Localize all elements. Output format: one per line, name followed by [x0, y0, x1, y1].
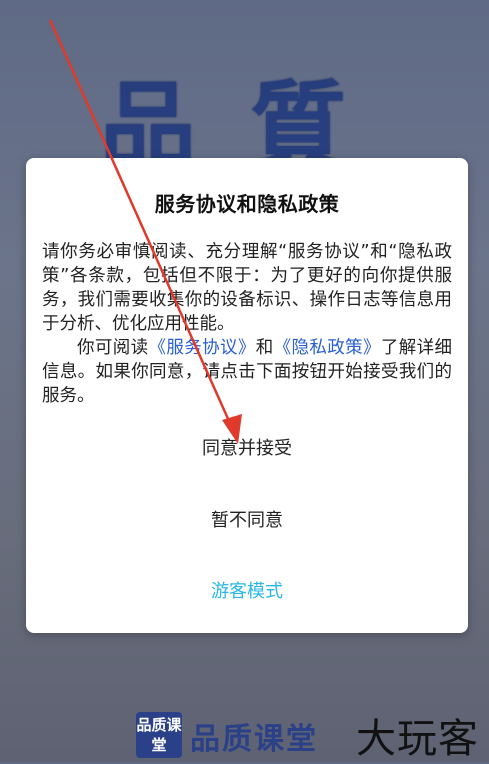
footer-app-title: 品质课堂	[190, 722, 318, 757]
dialog-paragraph-1: 请你务必审慎阅读、充分理解“服务协议”和“隐私政策”各条款，包括但不限于：为了更…	[42, 242, 452, 334]
paragraph-2-and: 和	[255, 338, 274, 358]
accept-button[interactable]: 同意并接受	[26, 430, 468, 464]
watermark-text: 大玩客	[356, 716, 479, 762]
service-agreement-link[interactable]: 《服务协议》	[149, 338, 256, 358]
footer-logo-icon: 品质课堂	[136, 712, 182, 758]
guest-mode-button[interactable]: 游客模式	[26, 573, 468, 607]
dialog-title: 服务协议和隐私政策	[154, 192, 340, 216]
paragraph-2-prefix: 你可阅读	[77, 338, 149, 358]
dialog-body: 请你务必审慎阅读、充分理解“服务协议”和“隐私政策”各条款，包括但不限于：为了更…	[42, 240, 452, 408]
dialog-paragraph-2: 你可阅读《服务协议》和《隐私政策》了解详细信息。如果你同意，请点击下面按钮开始接…	[42, 336, 452, 408]
decline-button[interactable]: 暂不同意	[26, 502, 468, 536]
privacy-policy-link[interactable]: 《隐私政策》	[274, 338, 381, 358]
privacy-dialog: 服务协议和隐私政策 请你务必审慎阅读、充分理解“服务协议”和“隐私政策”各条款，…	[26, 158, 468, 633]
